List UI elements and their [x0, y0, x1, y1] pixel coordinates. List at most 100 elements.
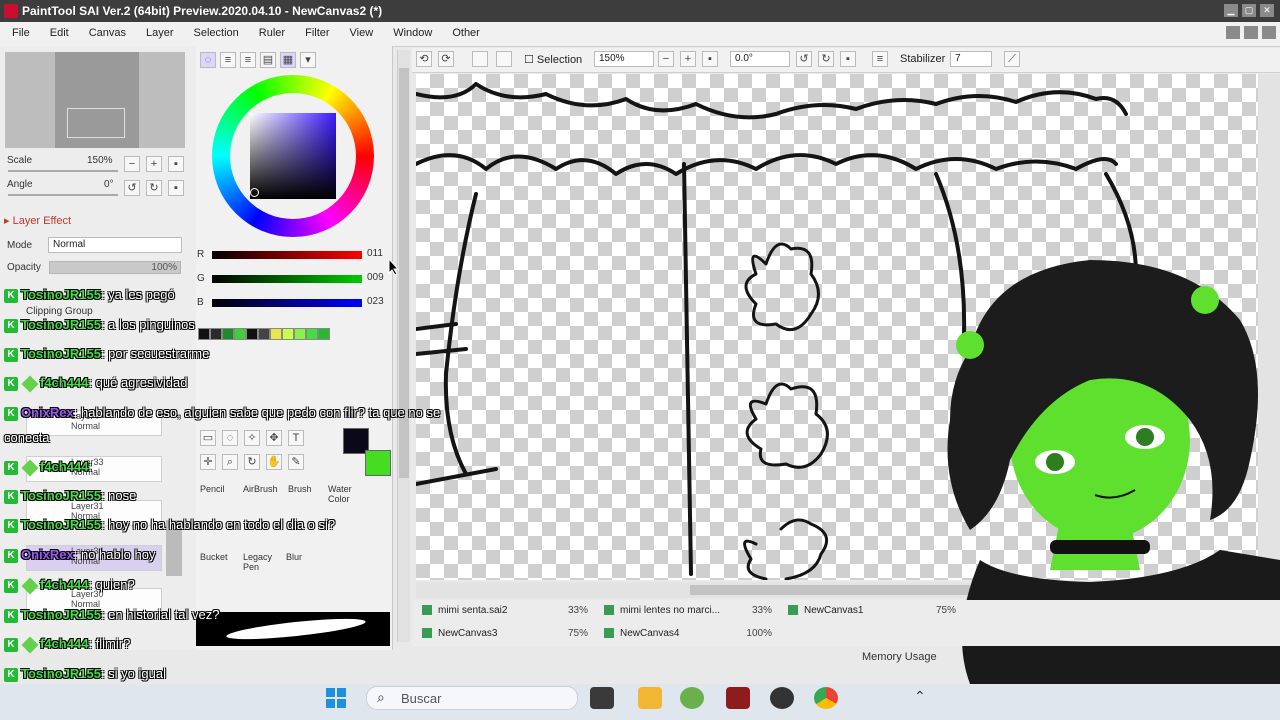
doc-close-button[interactable]: [1262, 26, 1276, 39]
tool-legacy-pen[interactable]: Legacy Pen: [243, 552, 273, 572]
menu-selection[interactable]: Selection: [186, 27, 251, 39]
rgb-slider-tab[interactable]: ≡: [220, 52, 236, 68]
select-rect-icon[interactable]: ▭: [200, 430, 216, 446]
saturation-value-square[interactable]: [250, 113, 336, 199]
maximize-button[interactable]: ▢: [1242, 4, 1256, 17]
tool-bucket[interactable]: Bucket: [200, 552, 228, 562]
zoom-reset-button[interactable]: ▪: [168, 156, 184, 172]
move-icon[interactable]: ✥: [266, 430, 282, 446]
g-slider[interactable]: [212, 275, 362, 283]
start-button-icon[interactable]: [326, 688, 346, 708]
magic-wand-icon[interactable]: ✧: [244, 430, 260, 446]
pan-icon[interactable]: ✛: [200, 454, 216, 470]
flip-icon[interactable]: ≡: [872, 51, 888, 67]
swatch-tab[interactable]: ▤: [260, 52, 276, 68]
menu-canvas[interactable]: Canvas: [81, 27, 138, 39]
selection-checkbox[interactable]: ☐ Selection: [524, 53, 582, 66]
doc-restore-button[interactable]: [1244, 26, 1258, 39]
rotate-reset-button[interactable]: ▪: [168, 180, 184, 196]
canvas-rotate-right-button[interactable]: ↻: [818, 51, 834, 67]
chrome-icon[interactable]: [814, 687, 838, 709]
opacity-slider[interactable]: 100%: [49, 261, 181, 274]
r-slider[interactable]: [212, 251, 362, 259]
doc-tab[interactable]: NewCanvas1 75%: [782, 602, 962, 620]
navigator-viewport-frame[interactable]: [67, 108, 125, 138]
menu-window[interactable]: Window: [385, 27, 444, 39]
doc-tab[interactable]: mimi senta.sai2 33%: [416, 602, 594, 620]
lasso-icon[interactable]: ◌: [222, 430, 238, 446]
angle-select[interactable]: 0.0°: [730, 51, 790, 67]
doc-tab[interactable]: mimi lentes no marci... 33%: [598, 602, 778, 620]
color-picker-cursor[interactable]: [250, 188, 259, 197]
eyedropper-icon[interactable]: ✎: [288, 454, 304, 470]
color-swatch[interactable]: [234, 328, 246, 340]
color-swatch[interactable]: [282, 328, 294, 340]
taskbar-search[interactable]: ⌕ Buscar: [366, 686, 578, 710]
close-button[interactable]: ✕: [1260, 4, 1274, 17]
doc-minimize-button[interactable]: [1226, 26, 1240, 39]
rotate-right-button[interactable]: ↻: [146, 180, 162, 196]
doc-tab[interactable]: NewCanvas4 100%: [598, 625, 778, 643]
menu-view[interactable]: View: [342, 27, 386, 39]
invert-selection-icon[interactable]: [496, 51, 512, 67]
minimize-button[interactable]: ▁: [1224, 4, 1238, 17]
rotate-left-button[interactable]: ↺: [124, 180, 140, 196]
line-tool-icon[interactable]: ⟋: [1004, 51, 1020, 67]
deselect-icon[interactable]: [472, 51, 488, 67]
scale-slider[interactable]: [8, 170, 118, 172]
angle-slider[interactable]: [8, 194, 118, 196]
tool-blur[interactable]: Blur: [286, 552, 302, 562]
canvas-rotate-left-button[interactable]: ↺: [796, 51, 812, 67]
redo-icon[interactable]: ⟳: [438, 51, 454, 67]
color-swatch[interactable]: [306, 328, 318, 340]
tray-chevron-up-icon[interactable]: ⌃: [914, 688, 926, 705]
canvas-zoom-out-button[interactable]: −: [658, 51, 674, 67]
tool-brush[interactable]: Brush: [288, 484, 312, 494]
stabilizer-select[interactable]: 7: [950, 51, 992, 67]
scratchpad-tab[interactable]: ▦: [280, 52, 296, 68]
obs-icon[interactable]: [770, 687, 794, 709]
color-swatch[interactable]: [222, 328, 234, 340]
zoom-select[interactable]: 150%: [594, 51, 654, 67]
color-swatch[interactable]: [294, 328, 306, 340]
zoom-out-button[interactable]: −: [124, 156, 140, 172]
task-view-icon[interactable]: [590, 687, 614, 709]
b-slider[interactable]: [212, 299, 362, 307]
file-explorer-icon[interactable]: [638, 687, 662, 709]
painttool-sai-icon[interactable]: [680, 687, 704, 709]
canvas-rotate-reset-button[interactable]: ▪: [840, 51, 856, 67]
tool-pencil[interactable]: Pencil: [200, 484, 225, 494]
secondary-color-swatch[interactable]: [365, 450, 391, 476]
app-icon-red[interactable]: [726, 687, 750, 709]
color-swatch[interactable]: [210, 328, 222, 340]
menu-ruler[interactable]: Ruler: [251, 27, 297, 39]
tool-airbrush[interactable]: AirBrush: [243, 484, 278, 494]
menu-other[interactable]: Other: [444, 27, 492, 39]
menu-layer[interactable]: Layer: [138, 27, 186, 39]
undo-icon[interactable]: ⟲: [416, 51, 432, 67]
color-wheel-tab[interactable]: ◌: [200, 52, 216, 68]
blend-mode-select[interactable]: Normal: [48, 237, 182, 253]
text-icon[interactable]: T: [288, 430, 304, 446]
color-swatch[interactable]: [258, 328, 270, 340]
color-swatch[interactable]: [318, 328, 330, 340]
zoom-in-button[interactable]: +: [146, 156, 162, 172]
menu-edit[interactable]: Edit: [42, 27, 81, 39]
layer-effect-toggle[interactable]: ▸ Layer Effect: [4, 214, 71, 227]
color-swatch[interactable]: [270, 328, 282, 340]
menu-filter[interactable]: Filter: [297, 27, 341, 39]
navigator-preview[interactable]: [5, 52, 185, 148]
color-swatch[interactable]: [246, 328, 258, 340]
hsv-slider-tab[interactable]: ≡: [240, 52, 256, 68]
doc-tab[interactable]: NewCanvas3 75%: [416, 625, 594, 643]
rotate-icon[interactable]: ↻: [244, 454, 260, 470]
hand-icon[interactable]: ✋: [266, 454, 282, 470]
zoom-icon[interactable]: ⌕: [222, 454, 238, 470]
color-swatch[interactable]: [198, 328, 210, 340]
canvas-zoom-in-button[interactable]: +: [680, 51, 696, 67]
menu-file[interactable]: File: [4, 27, 42, 39]
canvas-zoom-reset-button[interactable]: ▪: [702, 51, 718, 67]
color-options-button[interactable]: ▾: [300, 52, 316, 68]
panel-scrollbar[interactable]: [397, 50, 410, 642]
tool-watercolor[interactable]: Water Color: [328, 484, 368, 504]
